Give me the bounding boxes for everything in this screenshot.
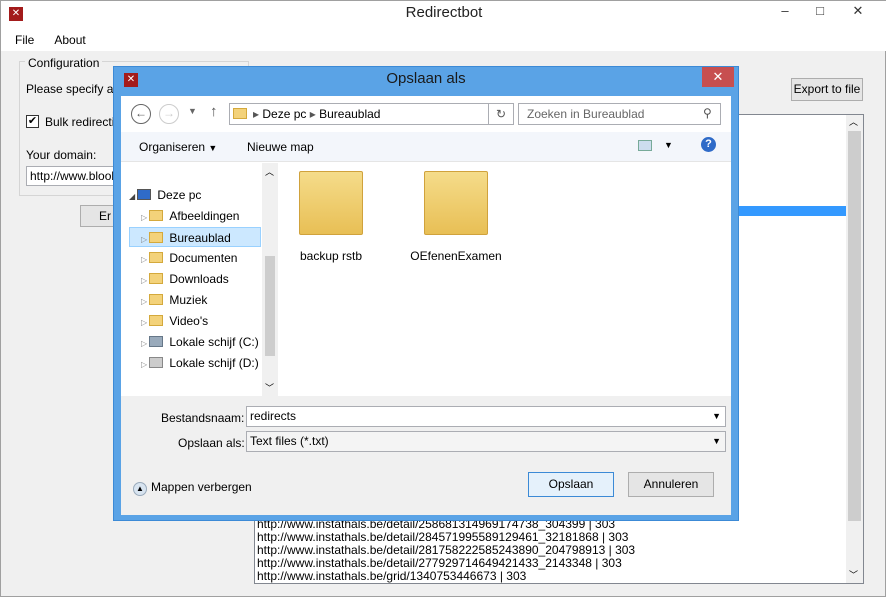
tree-item-videos[interactable]: ▷ Video's (129, 311, 261, 331)
organize-label: Organiseren (139, 140, 206, 154)
folder-icon (424, 171, 488, 235)
filename-label: Bestandsnaam: (161, 411, 245, 425)
export-button[interactable]: Export to file (791, 78, 863, 101)
menu-file[interactable]: File (1, 31, 42, 47)
selected-line (739, 206, 846, 216)
file-label: OEfenenExamen (410, 249, 502, 263)
menu-bar: File About (1, 31, 886, 51)
search-input[interactable]: Zoeken in Bureaublad (518, 103, 721, 125)
dialog-close-button[interactable]: ✕ (702, 67, 734, 87)
group-label: Configuration (25, 56, 103, 70)
domain-label: Your domain: (26, 148, 97, 162)
tree-label: Muziek (169, 293, 208, 307)
breadcrumb-bureaublad[interactable]: Bureaublad (319, 107, 380, 121)
type-label: Opslaan als: (178, 436, 245, 450)
navigation-row: ← → ▼ ↑ ▸ Deze pc ▸ Bureaublad ▼ ↻ Zoeke… (121, 96, 731, 132)
hide-folders-label: Mappen verbergen (151, 480, 252, 494)
app-icon: ✕ (124, 73, 138, 87)
scroll-up-icon[interactable]: ︿ (849, 115, 858, 128)
folder-icon (149, 294, 164, 305)
close-button[interactable]: ✕ (844, 1, 872, 23)
file-pane: backup rstb OEfenenExamen (279, 163, 731, 396)
domain-input[interactable]: http://www.bloob (26, 166, 126, 186)
folder-icon (149, 210, 164, 221)
tree-label: Lokale schijf (D:) (169, 356, 259, 370)
search-icon: ⚲ (703, 106, 712, 120)
tree-item-downloads[interactable]: ▷ Downloads (129, 269, 261, 289)
tree-item-documenten[interactable]: ▷ Documenten (129, 248, 261, 268)
scroll-down-icon[interactable]: ﹀ (849, 568, 858, 581)
minimize-button[interactable]: – (771, 1, 799, 23)
tree-scroll-thumb[interactable] (265, 256, 275, 356)
view-icon[interactable] (638, 140, 652, 151)
tree-label: Deze pc (157, 188, 202, 202)
bulk-checkbox[interactable]: ✔ (26, 115, 39, 128)
refresh-icon[interactable]: ↻ (488, 103, 514, 125)
view-dropdown-icon[interactable]: ▼ (664, 140, 673, 150)
tree-label: Afbeeldingen (169, 209, 240, 223)
file-type-value: Text files (*.txt) (250, 434, 329, 448)
menu-about[interactable]: About (42, 31, 93, 47)
organize-button[interactable]: Organiseren ▼ (139, 140, 217, 154)
up-icon[interactable]: ↑ (210, 103, 218, 120)
tree-item-bureaublad[interactable]: ▷ Bureaublad (129, 227, 261, 247)
dialog-footer: Bestandsnaam: redirects ▼ Opslaan als: Te… (121, 396, 731, 515)
tree-item-drive-d[interactable]: ▷ Lokale schijf (D:) (129, 353, 261, 373)
back-icon[interactable]: ← (131, 104, 151, 124)
new-folder-button[interactable]: Nieuwe map (247, 140, 314, 154)
tree-item-deze-pc[interactable]: ◢ Deze pc (129, 185, 261, 205)
tree-label: Documenten (169, 251, 238, 265)
tree-label: Video's (169, 314, 209, 328)
collapse-icon: ▲ (133, 482, 147, 496)
dialog-title: Opslaan als (386, 70, 466, 87)
folder-icon (233, 108, 247, 119)
folder-icon (299, 171, 363, 235)
filename-value: redirects (250, 409, 297, 423)
folder-icon (149, 315, 164, 326)
scroll-up-icon[interactable]: ︿ (265, 165, 274, 178)
file-label: backup rstb (299, 249, 363, 263)
dialog-title-bar: ✕ Opslaan als (114, 67, 738, 95)
forward-icon[interactable]: → (159, 104, 179, 124)
file-type-select[interactable]: Text files (*.txt) ▼ (246, 431, 726, 452)
address-bar[interactable]: ▸ Deze pc ▸ Bureaublad ▼ (229, 103, 514, 125)
main-title-bar: ✕ Redirectbot (1, 1, 886, 31)
save-button[interactable]: Opslaan (528, 472, 614, 497)
instruction-text: Please specify a C (26, 82, 126, 96)
tree-item-drive-c[interactable]: ▷ Lokale schijf (C:) (129, 332, 261, 352)
help-icon[interactable]: ? (701, 137, 716, 152)
tree-label: Lokale schijf (C:) (169, 335, 259, 349)
folder-icon (149, 273, 164, 284)
scroll-down-icon[interactable]: ﹀ (265, 381, 274, 394)
tree-label: Downloads (169, 272, 229, 286)
tree-item-muziek[interactable]: ▷ Muziek (129, 290, 261, 310)
tree-label: Bureaublad (169, 231, 231, 245)
recent-dropdown-icon[interactable]: ▼ (188, 106, 197, 116)
breadcrumb-deze-pc[interactable]: Deze pc (262, 107, 306, 121)
maximize-button[interactable]: □ (806, 1, 834, 23)
computer-icon (137, 189, 152, 200)
hide-folders-toggle[interactable]: ▲ Mappen verbergen (133, 480, 252, 496)
file-item-backup-rstb[interactable]: backup rstb (299, 171, 363, 263)
output-line: http://www.instathals.be/grid/1340753446… (257, 569, 527, 583)
save-dialog: ✕ Opslaan als ✕ ← → ▼ ↑ ▸ Deze pc ▸ Bure… (113, 66, 739, 521)
dialog-body: ← → ▼ ↑ ▸ Deze pc ▸ Bureaublad ▼ ↻ Zoeke… (121, 96, 731, 515)
tree-item-afbeeldingen[interactable]: ▷ Afbeeldingen (129, 206, 261, 226)
drive-icon (149, 357, 164, 368)
main-title: Redirectbot (405, 4, 483, 21)
cancel-button[interactable]: Annuleren (628, 472, 714, 497)
drive-icon (149, 336, 164, 347)
app-icon: ✕ (9, 7, 23, 21)
folder-icon (149, 252, 164, 263)
filename-input[interactable]: redirects ▼ (246, 406, 726, 427)
folder-icon (149, 232, 164, 243)
tree-scrollbar[interactable]: ︿ ﹀ (262, 163, 278, 396)
file-item-oefenenexamen[interactable]: OEfenenExamen (391, 171, 521, 263)
scrollbar-thumb[interactable] (848, 131, 861, 521)
command-bar: Organiseren ▼ Nieuwe map ▼ ? (121, 132, 731, 162)
